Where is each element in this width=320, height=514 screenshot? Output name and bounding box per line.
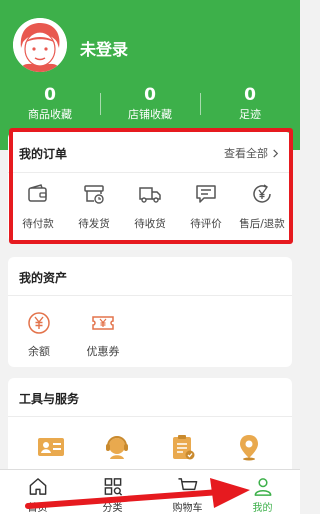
stat-shop-favorites[interactable]: 0 店铺收藏 [100,85,200,125]
stat-footprints[interactable]: 0 足迹 [200,85,300,125]
stat-value: 0 [44,85,56,105]
yen-coin-icon [28,312,50,334]
divider [8,172,292,173]
coupon-icon [92,316,114,330]
cart-icon [177,478,197,495]
bottom-tab-bar: 首页 分类 购物车 我的 [0,469,300,514]
asset-balance[interactable]: 余额 [18,311,60,359]
package-icon [84,185,104,204]
truck-icon [139,187,161,203]
stat-product-favorites[interactable]: 0 商品收藏 [0,85,100,125]
tab-label: 首页 [27,503,48,514]
profile-header: 未登录 0 商品收藏 0 店铺收藏 0 足迹 [0,0,300,150]
asset-label: 余额 [28,345,50,358]
login-status[interactable]: 未登录 [80,36,128,60]
category-icon [104,478,122,496]
tool-id-card[interactable] [31,432,71,462]
tools-title: 工具与服务 [19,392,80,406]
stats-row: 0 商品收藏 0 店铺收藏 0 足迹 [0,85,300,125]
tab-label: 我的 [252,503,273,514]
view-all-label: 查看全部 [224,147,268,160]
order-after-sales-refund[interactable]: 售后/退款 [236,182,288,231]
stat-label: 足迹 [239,108,261,121]
asset-label: 优惠券 [86,345,120,358]
avatar-face-icon [13,18,67,72]
location-pin-icon [240,435,258,461]
order-pending-review[interactable]: 待评价 [180,182,232,231]
tool-row [8,432,292,462]
tab-home[interactable]: 首页 [0,470,75,514]
home-icon [29,478,46,495]
order-pending-payment[interactable]: 待付款 [12,182,64,231]
stat-value: 0 [144,85,156,105]
tool-clipboard[interactable] [163,432,203,462]
tab-category[interactable]: 分类 [75,470,150,514]
tool-customer-service[interactable] [97,432,137,462]
stat-value: 0 [244,85,256,105]
wallet-icon [28,184,47,202]
refund-icon [253,184,271,203]
order-label: 待付款 [22,218,54,230]
order-label: 待发货 [78,218,110,230]
order-label: 待评价 [190,218,222,230]
order-pending-shipment[interactable]: 待发货 [68,182,120,231]
assets-title: 我的资产 [19,271,68,285]
assets-card: 我的资产 余额 优惠券 [8,257,292,367]
stat-label: 店铺收藏 [128,108,172,121]
orders-title: 我的订单 [19,147,68,161]
order-status-row: 待付款 待发货 待收货 待评价 售后/退款 [8,182,292,231]
tab-label: 购物车 [172,503,203,514]
orders-card: 我的订单 查看全部 待付款 待发货 待收货 待评价 售后/退款 [8,132,292,242]
view-all-orders-link[interactable]: 查看全部 [224,145,280,161]
tab-me[interactable]: 我的 [225,470,300,514]
stat-label: 商品收藏 [28,108,72,121]
order-label: 售后/退款 [239,218,285,230]
person-icon [254,478,271,496]
customer-service-icon [106,436,128,459]
asset-coupons[interactable]: 优惠券 [82,311,124,359]
tool-location[interactable] [229,432,269,462]
tab-label: 分类 [102,503,123,514]
chevron-right-icon [273,148,279,158]
tab-cart[interactable]: 购物车 [150,470,225,514]
order-label: 待收货 [134,218,166,230]
clipboard-icon [173,435,195,460]
order-pending-receipt[interactable]: 待收货 [124,182,176,231]
comment-icon [196,185,216,203]
divider [8,416,292,417]
divider [8,295,292,296]
avatar[interactable] [13,18,67,72]
asset-row: 余额 优惠券 [18,311,124,359]
id-card-icon [38,438,64,456]
